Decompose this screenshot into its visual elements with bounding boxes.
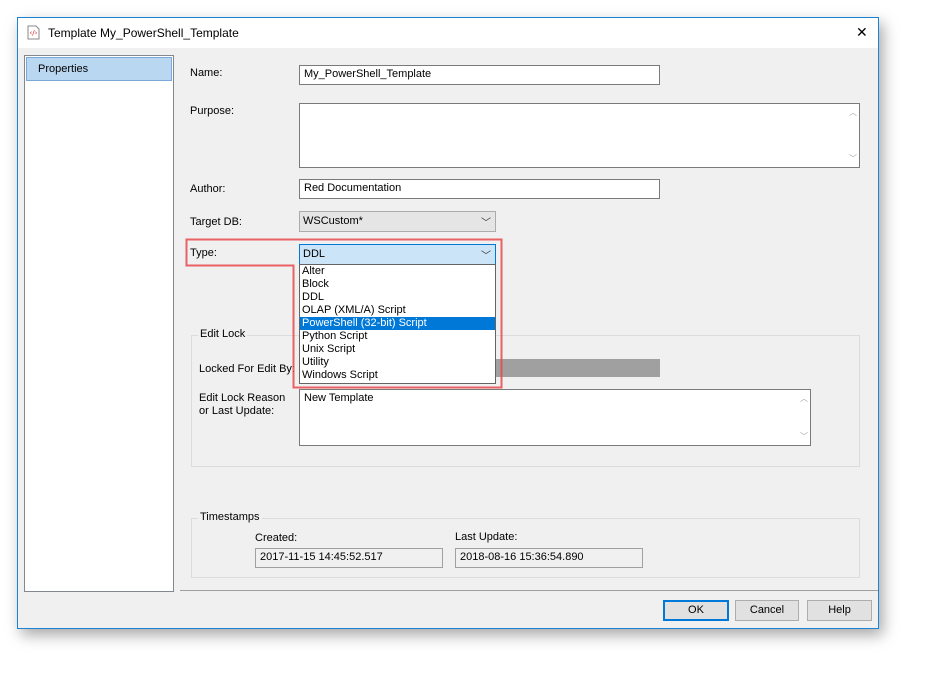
type-value: DDL — [303, 248, 326, 260]
created-field: 2017-11-15 14:45:52.517 — [255, 548, 443, 568]
type-option-alter[interactable]: Alter — [300, 265, 495, 278]
type-dropdown-list: Alter Block DDL OLAP (XML/A) Script Powe… — [299, 264, 496, 384]
timestamps-title: Timestamps — [198, 511, 262, 523]
type-select[interactable]: DDL ﹀ — [299, 244, 496, 265]
last-update-field: 2018-08-16 15:36:54.890 — [455, 548, 643, 568]
scroll-down-icon[interactable]: ﹀ — [800, 431, 808, 442]
type-option-unix[interactable]: Unix Script — [300, 343, 495, 356]
name-input[interactable]: My_PowerShell_Template — [299, 65, 660, 85]
title-bar: ‹/› Template My_PowerShell_Template ✕ — [18, 18, 878, 48]
separator — [180, 590, 878, 591]
last-update-label: Last Update: — [455, 531, 518, 543]
type-option-block[interactable]: Block — [300, 278, 495, 291]
edit-lock-reason-textarea[interactable]: New Template ︿ ﹀ — [299, 389, 811, 446]
scroll-up-icon[interactable]: ︿ — [849, 107, 857, 118]
svg-text:‹/›: ‹/› — [30, 29, 38, 37]
template-icon: ‹/› — [27, 25, 40, 40]
target-db-label: Target DB: — [190, 216, 242, 228]
sidebar-item-properties[interactable]: Properties — [26, 57, 172, 81]
created-label: Created: — [255, 532, 298, 544]
type-option-olap[interactable]: OLAP (XML/A) Script — [300, 304, 495, 317]
chevron-down-icon: ﹀ — [481, 218, 491, 229]
type-option-windows[interactable]: Windows Script — [300, 369, 495, 382]
author-input[interactable]: Red Documentation — [299, 179, 660, 199]
type-option-ddl[interactable]: DDL — [300, 291, 495, 304]
purpose-textarea[interactable]: ︿ ﹀ — [299, 103, 860, 168]
edit-lock-reason-label-2: or Last Update: — [199, 405, 275, 417]
type-label: Type: — [190, 247, 217, 259]
target-db-select[interactable]: WSCustom* ﹀ — [299, 211, 496, 232]
name-label: Name: — [190, 67, 223, 79]
author-label: Author: — [190, 183, 226, 195]
type-option-powershell[interactable]: PowerShell (32-bit) Script — [300, 317, 495, 330]
scroll-up-icon[interactable]: ︿ — [800, 393, 808, 404]
close-icon[interactable]: ✕ — [856, 24, 868, 41]
scroll-down-icon[interactable]: ﹀ — [849, 153, 857, 164]
edit-lock-reason-label: Edit Lock Reason — [199, 392, 286, 404]
help-button[interactable]: Help — [807, 600, 872, 621]
type-option-utility[interactable]: Utility — [300, 356, 495, 369]
locked-for-edit-label: Locked For Edit By: — [199, 363, 295, 375]
edit-lock-title: Edit Lock — [198, 328, 248, 340]
edit-lock-reason-value: New Template — [304, 392, 374, 404]
chevron-down-icon: ﹀ — [481, 251, 491, 262]
window-title: Template My_PowerShell_Template — [48, 26, 239, 40]
purpose-label: Purpose: — [190, 105, 235, 117]
type-option-python[interactable]: Python Script — [300, 330, 495, 343]
sidebar: Properties — [24, 55, 174, 592]
cancel-button[interactable]: Cancel — [735, 600, 799, 621]
target-db-value: WSCustom* — [303, 215, 363, 227]
ok-button[interactable]: OK — [663, 600, 729, 621]
